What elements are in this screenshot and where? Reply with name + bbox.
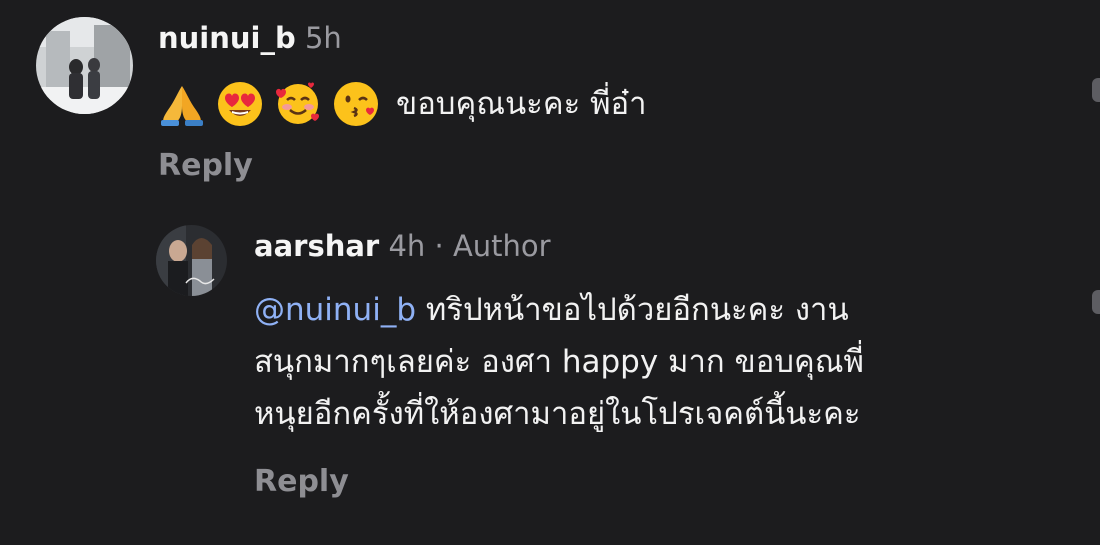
reply-body: @nuinui_b ทริปหน้าขอไปด้วยอีกนะคะ งาน สน… <box>254 284 1054 440</box>
separator: · <box>434 229 444 263</box>
smiling-face-with-hearts-emoji <box>274 80 322 128</box>
comment-header: nuinui_b 5h <box>158 18 342 58</box>
comment-body: ขอบคุณนะคะ พี่อ๋า <box>158 78 647 130</box>
reply-text-1: ทริปหน้าขอไปด้วยอีกนะคะ งาน <box>425 292 849 328</box>
kissing-face-emoji <box>332 80 380 128</box>
username[interactable]: aarshar <box>254 229 379 263</box>
heart-eyes-emoji <box>216 80 264 128</box>
reply-button[interactable]: Reply <box>254 462 349 502</box>
like-icon[interactable] <box>1092 290 1100 314</box>
timestamp: 5h <box>304 21 342 55</box>
author-badge: Author <box>452 229 551 263</box>
folded-hands-emoji <box>158 80 206 128</box>
reply-line-3: หนุยอีกครั้งที่ให้องศามาอยู่ในโปรเจคต์นี… <box>254 396 861 432</box>
avatar[interactable] <box>156 225 227 296</box>
username[interactable]: nuinui_b <box>158 21 296 55</box>
mention-link[interactable]: @nuinui_b <box>254 292 416 328</box>
reply-header: aarshar 4h · Author <box>254 226 551 266</box>
reply-button[interactable]: Reply <box>158 146 253 186</box>
avatar[interactable] <box>36 17 133 114</box>
reply-line-2: สนุกมากๆเลยค่ะ องศา happy มาก ขอบคุณพี่ <box>254 344 864 380</box>
comment-text: ขอบคุณนะคะ พี่อ๋า <box>396 86 647 122</box>
timestamp: 4h <box>388 229 426 263</box>
reply-line-1: @nuinui_b ทริปหน้าขอไปด้วยอีกนะคะ งาน <box>254 284 1054 336</box>
like-icon[interactable] <box>1092 78 1100 102</box>
